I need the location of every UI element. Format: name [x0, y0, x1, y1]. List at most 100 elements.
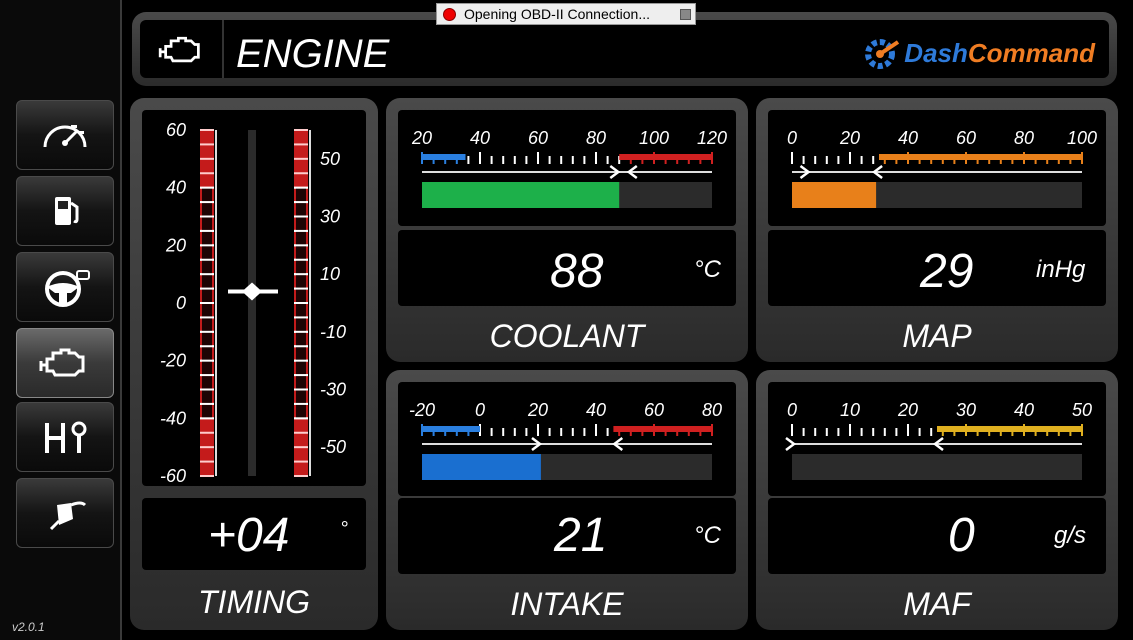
map-tick-label: 80	[1014, 128, 1034, 148]
map-tick-label: 0	[787, 128, 797, 148]
intake-range-band	[422, 426, 480, 432]
engine-icon	[39, 348, 85, 377]
coolant-tick-label: 20	[411, 128, 432, 148]
intake-tick-label: 40	[586, 400, 606, 420]
coolant-value-screen: 88 °C	[398, 230, 736, 306]
maf-gauge[interactable]: 0 10 20 30 40 50 0 g/s MAF	[756, 370, 1118, 630]
maf-tick-label: 10	[840, 400, 860, 420]
intake-unit: °C	[694, 522, 721, 549]
version-label: v2.0.1	[12, 620, 45, 634]
brand-name-part1: Dash	[904, 37, 968, 68]
maf-scale-screen: 0 10 20 30 40 50	[768, 382, 1106, 496]
intake-tick-label: -20	[409, 400, 435, 420]
coolant-tick-label: 40	[470, 128, 490, 148]
map-label: MAP	[902, 318, 972, 354]
intake-value-screen: 21 °C	[398, 498, 736, 574]
map-tick-label: 100	[1067, 128, 1097, 148]
intake-scale-screen: -20 0 20 40 60 80	[398, 382, 736, 496]
close-icon[interactable]	[680, 9, 691, 20]
coolant-value: 88	[550, 245, 604, 298]
intake-scale: -20 0 20 40 60 80	[409, 400, 722, 480]
status-dot-icon	[443, 7, 456, 21]
map-tick-label: 60	[956, 128, 976, 148]
coolant-range-band	[619, 154, 712, 160]
map-scale-screen: 0 20 40 60 80 100	[768, 110, 1106, 226]
sidebar-item-transmission[interactable]	[16, 402, 114, 472]
sidebar-item-driving[interactable]	[16, 252, 114, 322]
coolant-tick-label: 80	[586, 128, 606, 148]
brand-name-part2: Command	[967, 37, 1095, 68]
maf-unit: g/s	[1054, 522, 1087, 549]
timing-right-tick-label: 10	[320, 264, 340, 284]
coolant-tick-label: 60	[528, 128, 548, 148]
sidebar: v2.0.1	[0, 0, 122, 640]
intake-tick-label: 60	[644, 400, 664, 420]
intake-tick-label: 20	[527, 400, 548, 420]
timing-unit: °	[340, 518, 348, 540]
fuel-nozzle-icon	[49, 501, 87, 531]
timing-value: +04	[208, 509, 290, 562]
maf-range-band	[937, 426, 1082, 432]
timing-scale: 60 40 20 0 -20 -40 -60 50 30 10 -10 -30 -50	[160, 120, 346, 486]
coolant-tick-label: 120	[697, 128, 727, 148]
maf-min-marker	[785, 437, 797, 451]
intake-gauge[interactable]: -20 0 20 40 60 80 21 °C INTAKE	[386, 370, 748, 630]
timing-left-tick-label: -20	[160, 351, 186, 371]
coolant-tick-label: 100	[639, 128, 669, 148]
header-divider	[222, 20, 224, 78]
timing-right-tick-label: -50	[320, 437, 346, 457]
timing-right-tick-label: 30	[320, 207, 340, 227]
connection-status-toast: Opening OBD-II Connection...	[436, 3, 696, 25]
map-tick-label: 20	[839, 128, 860, 148]
coolant-gauge[interactable]: 20 40 60 80 100 120 88 °C COOLANT	[386, 98, 748, 362]
timing-right-tick-label: 50	[320, 149, 340, 169]
coolant-label: COOLANT	[489, 318, 645, 354]
coolant-scale-screen: 20 40 60 80 100 120	[398, 110, 736, 226]
map-scale: 0 20 40 60 80 100	[787, 128, 1097, 208]
timing-left-tick-label: -60	[160, 466, 186, 486]
intake-label: INTAKE	[510, 586, 624, 622]
timing-label: TIMING	[198, 584, 310, 620]
map-value-screen: 29 inHg	[768, 230, 1106, 306]
map-value: 29	[920, 245, 974, 298]
map-unit: inHg	[1036, 256, 1086, 283]
intake-tick-label: 0	[475, 400, 485, 420]
coolant-bar-fill	[422, 182, 620, 208]
sidebar-item-fuel[interactable]	[16, 176, 114, 246]
maf-scale: 0 10 20 30 40 50	[785, 400, 1092, 480]
maf-tick-label: 30	[956, 400, 976, 420]
sidebar-item-engine[interactable]	[16, 328, 114, 398]
timing-right-tick-label: -10	[320, 322, 346, 342]
intake-bar-fill	[422, 454, 541, 480]
intake-value: 21	[554, 509, 608, 562]
brand-logo: Dash Command	[862, 34, 1095, 72]
timing-gauge[interactable]: 60 40 20 0 -20 -40 -60 50 30 10 -10 -30 -50 +04 ° TI…	[130, 98, 378, 630]
timing-right-tick-label: -30	[320, 380, 346, 400]
sidebar-item-dashboard[interactable]	[16, 100, 114, 170]
map-bar-fill	[792, 182, 877, 208]
coolant-unit: °C	[694, 256, 721, 283]
timing-left-tick-label: 0	[176, 293, 186, 313]
map-gauge[interactable]: 0 20 40 60 80 100 29 inHg MAP	[756, 98, 1118, 362]
maf-tick-label: 0	[787, 400, 797, 420]
intake-range-band	[613, 426, 712, 432]
timing-left-tick-label: -40	[160, 408, 186, 428]
map-tick-label: 40	[898, 128, 918, 148]
maf-value-screen: 0 g/s	[768, 498, 1106, 574]
timing-left-tick-label: 40	[166, 178, 186, 198]
speedometer-icon	[43, 125, 87, 148]
page-title: ENGINE	[236, 32, 390, 76]
timing-left-tick-label: 60	[166, 120, 186, 140]
map-range-band	[879, 154, 1082, 160]
maf-label: MAF	[903, 586, 971, 622]
sidebar-item-fuel-economy[interactable]	[16, 478, 114, 548]
maf-value: 0	[948, 509, 975, 562]
maf-tick-label: 40	[1014, 400, 1034, 420]
maf-tick-label: 50	[1072, 400, 1092, 420]
timing-left-tick-label: 20	[165, 235, 186, 255]
intake-tick-label: 80	[702, 400, 722, 420]
coolant-range-band	[422, 154, 466, 160]
timing-value-screen: +04 °	[142, 498, 366, 570]
maf-bar-track	[792, 454, 1082, 480]
gear-shifter-icon	[45, 421, 87, 453]
